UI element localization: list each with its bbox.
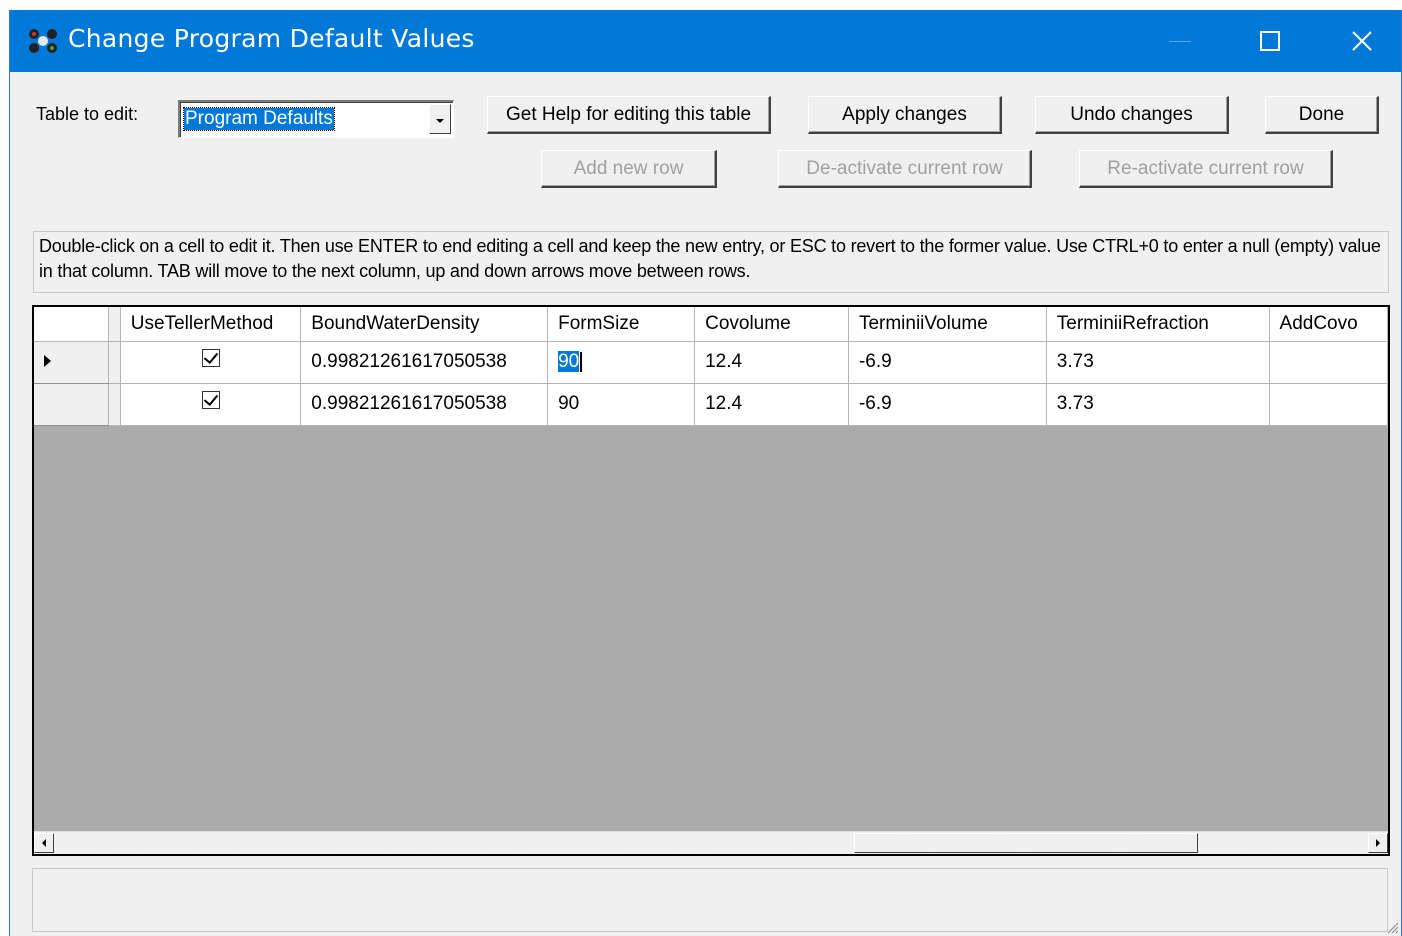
- apply-changes-button[interactable]: Apply changes: [808, 96, 1002, 134]
- cell-terminii-refraction[interactable]: 3.73: [1046, 341, 1270, 384]
- column-header-terminii-volume[interactable]: TerminiiVolume: [848, 307, 1047, 342]
- main-window: Change Program Default Values Table to e…: [9, 10, 1402, 936]
- horizontal-scrollbar[interactable]: [34, 831, 1388, 854]
- column-header-use-teller-method[interactable]: UseTellerMethod: [120, 307, 302, 342]
- checkbox-checked-icon[interactable]: [201, 390, 220, 409]
- cell-add-covolume[interactable]: [1269, 341, 1388, 384]
- cell-covolume[interactable]: 12.4: [694, 341, 849, 384]
- column-header-bound-water-density[interactable]: BoundWaterDensity: [300, 307, 549, 342]
- grid-corner-header: [34, 307, 110, 342]
- get-help-button[interactable]: Get Help for editing this table: [487, 96, 771, 134]
- window-title: Change Program Default Values: [68, 24, 475, 53]
- deactivate-row-button[interactable]: De-activate current row: [778, 150, 1032, 188]
- cell-form-size[interactable]: 90: [547, 383, 696, 426]
- cell-covolume[interactable]: 12.4: [694, 383, 849, 426]
- cell-bound-water-density[interactable]: 0.99821261617050538: [300, 341, 549, 384]
- row-gap: [108, 341, 121, 384]
- current-row-arrow-icon: [44, 355, 51, 367]
- cell-add-covolume[interactable]: [1269, 383, 1388, 426]
- done-button[interactable]: Done: [1265, 96, 1379, 134]
- table-to-edit-label: Table to edit:: [36, 104, 139, 124]
- grid-header-row: UseTellerMethod BoundWaterDensity FormSi…: [34, 307, 1388, 342]
- cell-use-teller-method[interactable]: [120, 383, 302, 426]
- arrow-left-icon: [42, 839, 46, 847]
- cell-bound-water-density[interactable]: 0.99821261617050538: [300, 383, 549, 426]
- app-logo-icon: [28, 28, 58, 54]
- minimize-icon: [1169, 40, 1191, 42]
- row-header-current[interactable]: [34, 341, 110, 384]
- table-select[interactable]: Program Defaults: [178, 100, 454, 138]
- instructions-text: Double-click on a cell to edit it. Then …: [33, 231, 1389, 293]
- cell-use-teller-method[interactable]: [120, 341, 302, 384]
- title-bar[interactable]: Change Program Default Values: [10, 10, 1401, 72]
- column-header-covolume[interactable]: Covolume: [694, 307, 849, 342]
- add-new-row-button[interactable]: Add new row: [541, 150, 717, 188]
- close-icon: [1352, 31, 1372, 51]
- maximize-icon: [1260, 31, 1280, 51]
- data-grid[interactable]: UseTellerMethod BoundWaterDensity FormSi…: [32, 305, 1390, 856]
- grid-header-gap: [108, 307, 121, 342]
- cell-terminii-volume[interactable]: -6.9: [848, 341, 1047, 384]
- chevron-down-icon: [436, 119, 444, 123]
- column-header-form-size[interactable]: FormSize: [547, 307, 696, 342]
- table-row[interactable]: 0.99821261617050538 90 12.4 -6.9 3.73: [34, 383, 1388, 426]
- row-header[interactable]: [34, 383, 110, 426]
- arrow-right-icon: [1376, 839, 1380, 847]
- table-select-value: Program Defaults: [183, 107, 335, 131]
- minimize-button[interactable]: [1140, 10, 1220, 72]
- table-row[interactable]: 0.99821261617050538 90 12.4 -6.9 3.73: [34, 341, 1388, 384]
- cell-terminii-volume[interactable]: -6.9: [848, 383, 1047, 426]
- maximize-button[interactable]: [1230, 10, 1310, 72]
- column-header-add-covolume[interactable]: AddCovo: [1269, 307, 1388, 342]
- reactivate-row-button[interactable]: Re-activate current row: [1079, 150, 1333, 188]
- close-button[interactable]: [1322, 10, 1402, 72]
- scroll-right-button[interactable]: [1368, 833, 1388, 853]
- undo-changes-button[interactable]: Undo changes: [1035, 96, 1229, 134]
- table-select-dropdown-button[interactable]: [429, 104, 451, 134]
- row-gap: [108, 383, 121, 426]
- scroll-left-button[interactable]: [34, 833, 54, 853]
- column-header-terminii-refraction[interactable]: TerminiiRefraction: [1046, 307, 1270, 342]
- checkbox-checked-icon[interactable]: [201, 348, 220, 367]
- resize-grip-icon[interactable]: [1385, 920, 1399, 934]
- grid-table: UseTellerMethod BoundWaterDensity FormSi…: [34, 307, 1388, 426]
- status-bar: [32, 868, 1388, 932]
- cell-form-size-editing[interactable]: 90: [547, 341, 696, 384]
- scrollbar-thumb[interactable]: [854, 833, 1198, 853]
- cell-terminii-refraction[interactable]: 3.73: [1046, 383, 1270, 426]
- cell-form-size-selected-text[interactable]: 90: [558, 351, 580, 372]
- text-caret: [580, 351, 583, 372]
